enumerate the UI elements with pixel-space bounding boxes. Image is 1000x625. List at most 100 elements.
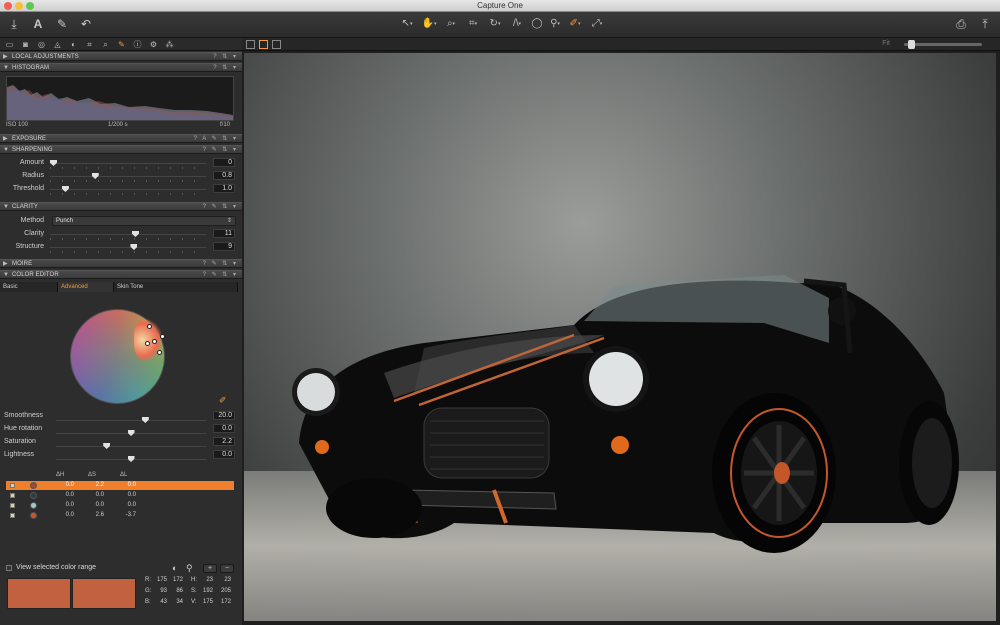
keystone-icon[interactable]: /\▾ xyxy=(508,18,526,30)
library-tab-icon[interactable]: ▭ xyxy=(4,39,15,50)
hue-rotation-slider-knob[interactable] xyxy=(127,430,135,436)
compare-view-icon[interactable] xyxy=(272,40,281,49)
output-tab-icon[interactable]: ⚙ xyxy=(148,39,159,50)
range-handle[interactable] xyxy=(147,324,152,329)
radius-ticks xyxy=(50,180,206,182)
section-local-adjustments[interactable]: ▶ LOCAL ADJUSTMENTS ? ⇅ ▾ xyxy=(0,52,242,61)
view-selected-checkbox[interactable] xyxy=(6,565,12,571)
lightness-value[interactable]: 0.0 xyxy=(213,450,235,459)
section-sharpening[interactable]: ▼ SHARPENING ? ✎ ⇅ ▾ xyxy=(0,145,242,154)
amount-slider-knob[interactable] xyxy=(50,160,57,166)
batch-tab-icon[interactable]: ⁂ xyxy=(164,39,175,50)
structure-slider-knob[interactable] xyxy=(130,244,138,250)
table-row[interactable]: 0.0 2.6 -3.7 xyxy=(6,511,234,520)
row-checkbox[interactable] xyxy=(10,503,15,508)
range-handle[interactable] xyxy=(152,339,157,344)
section-actions-icon[interactable]: ? ✎ ⇅ ▾ xyxy=(203,260,238,268)
table-row[interactable]: 0.0 0.0 0.0 xyxy=(6,501,234,510)
add-range-button[interactable]: + xyxy=(203,564,217,573)
import-icon[interactable]: ⤓ xyxy=(6,16,22,32)
pan-hand-icon[interactable]: ✋▾ xyxy=(420,18,438,30)
table-row[interactable]: 0.0 2.2 0.0 xyxy=(6,481,234,490)
select-cursor-icon[interactable]: ↖▾ xyxy=(398,18,416,30)
section-actions-icon[interactable]: ? A ✎ ⇅ ▾ xyxy=(194,135,238,143)
clarity-value[interactable]: 11 xyxy=(213,229,235,238)
text-style-icon[interactable]: A xyxy=(30,16,46,32)
smoothness-track xyxy=(56,420,206,421)
color-picker-icon[interactable]: ✐ xyxy=(219,395,227,406)
exposure-tab-icon[interactable]: ◐ xyxy=(68,39,79,50)
section-actions-icon[interactable]: ? ✎ ⇅ ▾ xyxy=(203,271,238,279)
lens-tab-icon[interactable]: ◎ xyxy=(36,39,47,50)
tab-skin-tone[interactable]: Skin Tone xyxy=(114,282,238,292)
row-checkbox[interactable] xyxy=(10,513,15,518)
section-actions-icon[interactable]: ? ✎ ⇅ ▾ xyxy=(203,203,238,211)
color-balance-icon[interactable]: ◐ xyxy=(172,563,177,573)
radius-value[interactable]: 0.8 xyxy=(213,171,235,180)
crop-icon[interactable]: ⌗▾ xyxy=(464,18,482,30)
section-color-editor[interactable]: ▼ COLOR EDITOR ? ✎ ⇅ ▾ xyxy=(0,270,242,279)
local-adjustments-tab-icon[interactable]: ✎ xyxy=(116,39,127,50)
row-color-swatch xyxy=(30,502,37,509)
hue-rotation-value[interactable]: 0.0 xyxy=(213,424,235,433)
lightness-slider-knob[interactable] xyxy=(127,456,135,462)
header-dh: ΔH xyxy=(56,472,65,478)
section-clarity[interactable]: ▼ CLARITY ? ✎ ⇅ ▾ xyxy=(0,202,242,211)
structure-value[interactable]: 9 xyxy=(213,242,235,251)
amount-value[interactable]: 0 xyxy=(213,158,235,167)
threshold-slider-knob[interactable] xyxy=(61,186,69,192)
section-actions-icon[interactable]: ? ⇅ ▾ xyxy=(213,64,238,72)
smoothness-slider-knob[interactable] xyxy=(141,417,149,423)
zoom-slider-knob[interactable] xyxy=(908,40,915,49)
print-icon[interactable]: ⎙ xyxy=(952,16,970,32)
composition-tab-icon[interactable]: ⌗ xyxy=(84,39,95,50)
method-select[interactable]: Punch ⇕ xyxy=(52,216,236,226)
row-ds: 2.6 xyxy=(95,512,104,518)
section-actions-icon[interactable]: ? ⇅ ▾ xyxy=(213,53,238,61)
zoom-slider[interactable] xyxy=(904,40,982,49)
threshold-value[interactable]: 1.0 xyxy=(213,184,235,193)
undo-icon[interactable]: ↶ xyxy=(78,16,94,32)
picker-plus-icon[interactable]: ⚲ xyxy=(186,563,193,574)
radius-slider-knob[interactable] xyxy=(91,173,99,179)
row-ds: 0.0 xyxy=(95,502,104,508)
row-dl: -3.7 xyxy=(125,512,136,518)
metadata-tab-icon[interactable]: ⓘ xyxy=(132,39,143,50)
row-dh: 0.0 xyxy=(65,482,74,488)
range-handle[interactable] xyxy=(145,341,150,346)
row-checkbox[interactable] xyxy=(10,483,15,488)
tab-advanced[interactable]: Advanced xyxy=(58,282,114,292)
remove-range-button[interactable]: − xyxy=(220,564,234,573)
saturation-value[interactable]: 2.2 xyxy=(213,437,235,446)
row-checkbox[interactable] xyxy=(10,493,15,498)
rotate-icon[interactable]: ↻▾ xyxy=(486,18,504,30)
clarity-slider-knob[interactable] xyxy=(131,231,139,237)
spot-removal-icon[interactable]: ◯ xyxy=(528,18,546,30)
zoom-icon[interactable]: ⌕▾ xyxy=(442,18,460,30)
section-exposure[interactable]: ▶ EXPOSURE ? A ✎ ⇅ ▾ xyxy=(0,134,242,143)
hue-rotation-label: Hue rotation xyxy=(4,425,43,432)
single-view-icon[interactable] xyxy=(259,40,268,49)
details-tab-icon[interactable]: ⌕ xyxy=(100,39,111,50)
car-photo[interactable] xyxy=(244,53,996,621)
table-row[interactable]: 0.0 0.0 0.0 xyxy=(6,491,234,500)
row-dh: 0.0 xyxy=(65,492,74,498)
color-editor-picker-icon[interactable]: ✐▾ xyxy=(566,18,584,30)
section-histogram[interactable]: ▼ HISTOGRAM ? ⇅ ▾ xyxy=(0,63,242,72)
brush-icon[interactable]: ✎ xyxy=(54,16,70,32)
tab-basic[interactable]: Basic xyxy=(0,282,58,292)
smoothness-value[interactable]: 20.0 xyxy=(213,411,235,420)
color-tab-icon[interactable]: ◬ xyxy=(52,39,63,50)
section-actions-icon[interactable]: ? ✎ ⇅ ▾ xyxy=(203,146,238,154)
image-viewer[interactable] xyxy=(242,51,1000,625)
color-picker-icon[interactable]: ⚲▾ xyxy=(546,18,564,30)
process-icon[interactable]: ⤒ xyxy=(976,16,994,32)
copy-apply-icon[interactable]: ⤢▾ xyxy=(588,18,606,30)
grid-view-icon[interactable] xyxy=(246,40,255,49)
h-label: H: xyxy=(191,577,197,583)
range-handle[interactable] xyxy=(160,334,165,339)
range-handle[interactable] xyxy=(157,350,162,355)
section-moire[interactable]: ▶ MOIRE ? ✎ ⇅ ▾ xyxy=(0,259,242,268)
capture-tab-icon[interactable]: ◙ xyxy=(20,39,31,50)
saturation-slider-knob[interactable] xyxy=(103,443,111,449)
